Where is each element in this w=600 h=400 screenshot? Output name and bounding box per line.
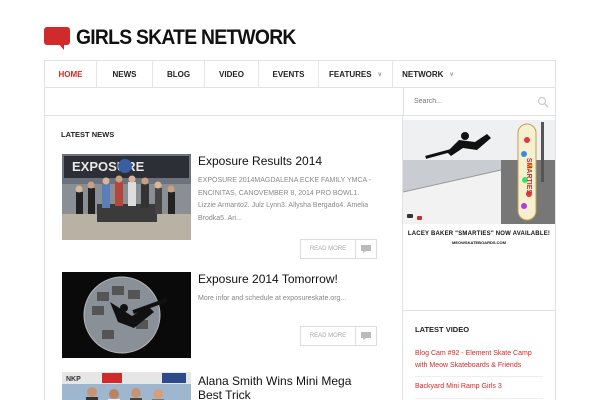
post-title[interactable]: Exposure Results 2014 — [198, 154, 378, 168]
nav-item-network[interactable]: NETWORK ∨ — [393, 61, 463, 87]
nav-item-video[interactable]: VIDEO — [205, 61, 259, 87]
main-content: LATEST NEWS EXPOSURE Exposure Results 20… — [44, 116, 403, 400]
post-thumbnail[interactable] — [62, 272, 191, 358]
read-more-button[interactable]: READ MORE — [300, 239, 356, 259]
search-input[interactable] — [414, 93, 524, 109]
divider — [415, 398, 543, 399]
nav-item-news[interactable]: NEWS — [97, 61, 153, 87]
divider — [415, 376, 543, 377]
post-title[interactable]: Exposure 2014 Tomorrow! — [198, 272, 378, 286]
site-header: GIRLS SKATE NETWORK — [44, 22, 315, 54]
post-thumbnail[interactable]: NKP — [62, 372, 191, 400]
comment-icon — [361, 332, 371, 340]
nav-item-blog[interactable]: BLOG — [153, 61, 205, 87]
speech-bubble-logo-icon[interactable] — [44, 27, 70, 50]
news-post: NKP Alana Smith Wins Mini Mega Best Tric… — [62, 372, 392, 400]
nav-item-home[interactable]: HOME — [45, 61, 97, 87]
nav-item-label: BLOG — [166, 69, 191, 79]
read-more-button[interactable]: READ MORE — [300, 326, 356, 346]
ad-caption: LACEY BAKER "SMARTIES" NOW AVAILABLE! — [407, 231, 551, 237]
post-thumbnail[interactable]: EXPOSURE — [62, 154, 191, 240]
nav-item-label: NEWS — [112, 69, 137, 79]
chevron-down-icon: ∨ — [377, 71, 382, 78]
chevron-down-icon: ∨ — [449, 71, 454, 78]
skateboard-graphic-text: SMARTIES — [525, 158, 532, 195]
post-excerpt: More infor and schedule at exposureskate… — [198, 295, 347, 302]
nav-item-label: FEATURES — [329, 69, 372, 79]
section-title-latest-video: LATEST VIDEO — [415, 325, 470, 334]
site-title[interactable]: GIRLS SKATE NETWORK — [76, 26, 296, 50]
news-post: EXPOSURE Exposure Results 2014 EXPOSURE … — [62, 154, 392, 259]
section-title-latest-news: LATEST NEWS — [61, 130, 115, 139]
comments-button[interactable] — [356, 239, 377, 259]
nav-item-label: NETWORK — [402, 69, 444, 79]
nav-item-features[interactable]: FEATURES ∨ — [319, 61, 393, 87]
video-link[interactable]: Backyard Mini Ramp Girls 3 — [415, 381, 545, 393]
post-excerpt: EXPOSURE 2014MAGDALENA ECKE FAMILY YMCA … — [198, 177, 372, 222]
thumbnail-banner-text: EXPOSURE — [72, 159, 145, 174]
sidebar-ad-banner[interactable]: SMARTIES LACEY BAKER "SMARTIES" NOW AVAI… — [403, 120, 555, 248]
divider — [403, 310, 555, 311]
search-box — [403, 88, 556, 116]
thumbnail-banner-text: NKP — [66, 376, 81, 383]
ad-url: MEOWSKATEBOARDS.COM — [452, 240, 506, 245]
video-link[interactable]: Blog Cam #92 - Element Skate Camp with M… — [415, 348, 545, 372]
search-icon[interactable] — [537, 96, 549, 108]
main-nav: HOME NEWS BLOG VIDEO EVENTS FEATURES ∨ N… — [44, 60, 556, 88]
nav-item-label: VIDEO — [219, 69, 244, 79]
post-title[interactable]: Alana Smith Wins Mini Mega Best Trick — [198, 374, 378, 400]
comment-icon — [361, 245, 371, 253]
comments-button[interactable] — [356, 326, 377, 346]
sidebar: SMARTIES LACEY BAKER "SMARTIES" NOW AVAI… — [403, 116, 556, 400]
nav-item-events[interactable]: EVENTS — [259, 61, 319, 87]
nav-item-label: HOME — [58, 69, 83, 79]
nav-item-label: EVENTS — [272, 69, 305, 79]
news-post: Exposure 2014 Tomorrow! More infor and s… — [62, 272, 392, 362]
